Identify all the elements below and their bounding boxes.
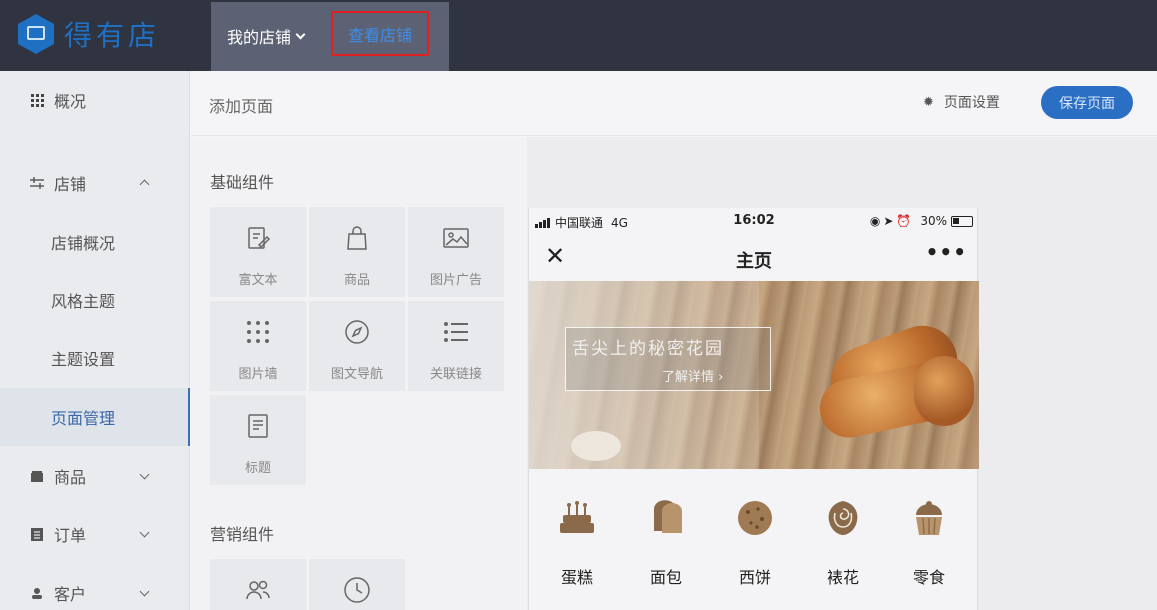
clock-icon [342,575,372,605]
category-cake[interactable]: 蛋糕 [547,498,607,588]
category-label: 蛋糕 [560,568,593,587]
category-label: 面包 [649,568,682,587]
sliders-icon [30,176,44,190]
phone-page-title: 主页 [736,251,772,272]
sidebar-item-theme-settings[interactable]: 主题设置 [0,329,190,387]
phone-status-bar: 中国联通 4G 16:02 ◉➤⏰ 30% [529,208,979,234]
banner-title: 舌尖上的秘密花园 [572,339,724,359]
page-title: 添加页面 [209,97,274,116]
cookie-icon [735,498,775,538]
compass-icon [342,317,372,347]
banner-link[interactable]: 了解详情 › [662,366,723,385]
my-store-menu[interactable]: 我的店铺 [227,24,306,48]
top-bar: 得有店 [0,0,1157,71]
category-snacks[interactable]: 零食 [899,498,959,588]
category-label: 裱花 [826,568,859,587]
component-image-wall[interactable]: 图片墙 [210,301,306,391]
bread-icon [646,498,686,538]
category-label: 零食 [912,568,945,587]
sidebar-item-style-theme[interactable]: 风格主题 [0,271,190,329]
cake-icon [557,498,597,538]
category-nav: 蛋糕 面包 西饼 裱花 零食 [529,498,979,610]
title-doc-icon [243,411,273,441]
banner-image[interactable]: 舌尖上的秘密花园 了解详情 › [529,281,979,469]
sidebar-item-goods[interactable]: 商品 [0,447,190,505]
sidebar-item-orders[interactable]: 订单 [0,505,190,563]
page-header: 添加页面 ✹ 页面设置 保存页面 [191,71,1157,136]
component-marketing-timer[interactable] [309,559,405,610]
sidebar-item-store[interactable]: 店铺 [0,154,190,212]
component-label: 标题 [244,461,271,476]
component-label: 图片广告 [429,273,482,288]
phone-nav-bar: ✕ 主页 ••• [529,234,979,280]
gear-icon: ✹ [923,94,934,110]
page-settings-button[interactable]: ✹ 页面设置 [923,92,1000,112]
banner-textbox: 舌尖上的秘密花园 了解详情 › [565,327,771,391]
category-label: 西饼 [738,568,771,587]
phone-preview: 中国联通 4G 16:02 ◉➤⏰ 30% ✕ 主页 ••• 舌尖上的秘密花园 … [528,208,979,610]
sidebar-item-label: 店铺 [54,175,87,194]
category-bread[interactable]: 面包 [636,498,696,588]
image-icon [441,223,471,253]
sidebar-item-overview[interactable]: 概况 [0,71,190,129]
cupcake-icon [909,498,949,538]
sidebar-item-label: 客户 [54,585,87,604]
brand-name: 得有店 [64,19,161,52]
component-panel: 基础组件 富文本 商品 图片广告 图片墙 图文导航 关联链接 标题 营销组件 [191,137,527,610]
battery-percent: 30% [920,214,947,228]
component-rich-text[interactable]: 富文本 [210,207,306,297]
page-settings-label: 页面设置 [943,95,1000,111]
grid-dots-icon [243,317,273,347]
sidebar: 概况 店铺 店铺概况 风格主题 主题设置 页面管理 商品 订单 客户 [0,71,190,610]
order-list-icon [30,527,44,541]
sidebar-item-customers[interactable]: 客户 [0,564,190,610]
chevron-down-icon [295,29,306,39]
component-label: 关联链接 [429,367,482,382]
component-related-links[interactable]: 关联链接 [408,301,504,391]
component-image-ad[interactable]: 图片广告 [408,207,504,297]
list-icon [441,317,471,347]
sidebar-item-label: 概况 [54,92,87,111]
marketing-components-title: 营销组件 [210,525,275,544]
component-label: 图文导航 [330,367,383,382]
category-cookie[interactable]: 西饼 [725,498,785,588]
sidebar-item-label: 商品 [54,468,87,487]
component-label: 富文本 [238,273,278,288]
users-icon [243,575,273,605]
component-title[interactable]: 标题 [210,395,306,485]
more-icon[interactable]: ••• [926,240,967,264]
basic-components-title: 基础组件 [210,173,275,192]
category-piped-flowers[interactable]: 裱花 [813,498,873,588]
sidebar-item-page-management[interactable]: 页面管理 [0,388,190,446]
component-label: 图片墙 [238,367,278,382]
grid-icon [30,93,44,107]
component-image-nav[interactable]: 图文导航 [309,301,405,391]
sidebar-item-label: 订单 [54,526,87,545]
rose-icon [823,498,863,538]
component-label: 商品 [343,273,370,288]
component-marketing-users[interactable] [210,559,306,610]
my-store-label: 我的店铺 [227,28,292,47]
sidebar-item-store-overview[interactable]: 店铺概况 [0,213,190,271]
save-page-button[interactable]: 保存页面 [1041,86,1133,119]
chevron-down-icon [139,586,150,597]
box-icon [30,469,44,483]
view-store-link[interactable]: 查看店铺 [331,11,429,56]
shopping-bag-icon [342,223,372,253]
component-goods[interactable]: 商品 [309,207,405,297]
chevron-up-icon [139,179,150,190]
chevron-down-icon [139,527,150,538]
user-icon [30,586,44,600]
status-icons: ◉➤⏰ [869,214,915,228]
edit-doc-icon [243,223,273,253]
chevron-down-icon [139,469,150,480]
store-logo-icon [18,14,54,54]
battery-icon [951,215,973,227]
brand-logo[interactable]: 得有店 [18,14,160,54]
